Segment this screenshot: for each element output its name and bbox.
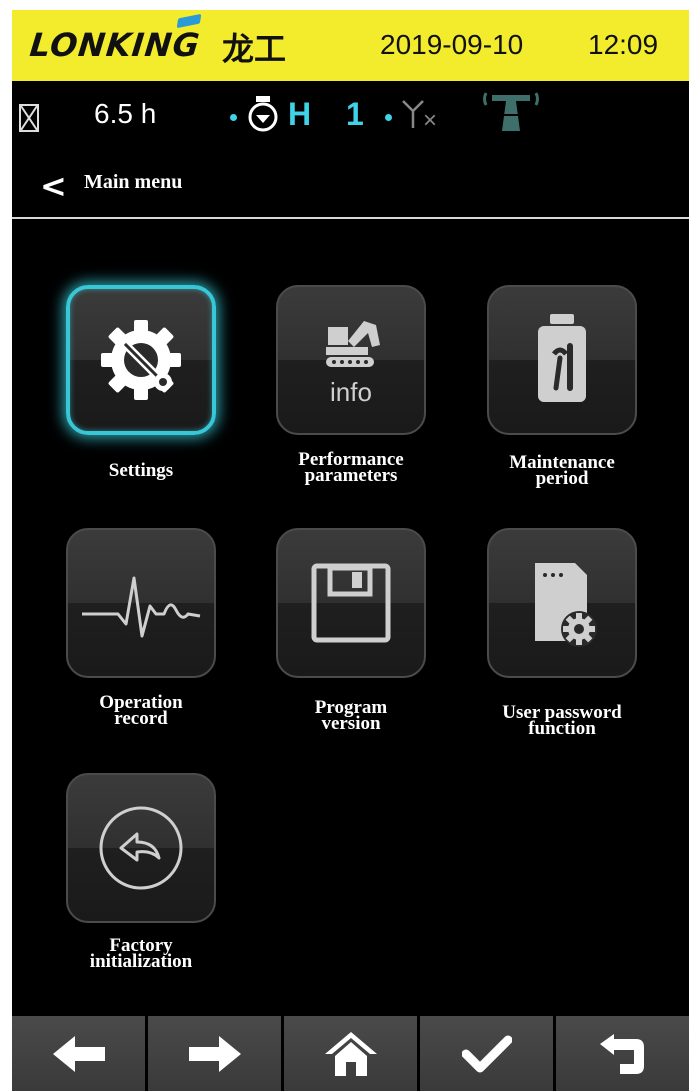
status-dot — [385, 114, 392, 121]
menu-label-program-version: Program version — [314, 697, 388, 734]
floppy-disk-icon — [311, 563, 391, 643]
back-chevron-icon[interactable]: < — [40, 167, 67, 205]
home-icon — [324, 1031, 377, 1076]
power-level: 1 — [346, 96, 364, 132]
breadcrumb: < Main menu — [12, 147, 689, 217]
menu-tile-user-password-function[interactable] — [487, 528, 637, 678]
antenna-no-signal-icon — [402, 100, 424, 128]
no-signal-mark: × — [423, 107, 438, 134]
heartbeat-icon — [82, 576, 201, 638]
nav-home-button[interactable] — [284, 1016, 417, 1091]
arrow-right-icon — [188, 1035, 241, 1072]
menu-label-operation-record: Operation record — [99, 692, 183, 729]
menu-label-performance-parameters: Performance parameters — [298, 449, 404, 486]
machine-display: LONKING 龙工 2019-09-10 12:09 6.5 h H 1 × — [12, 10, 689, 1091]
menu-label-maintenance-period: Maintenance period — [509, 452, 615, 489]
document-gear-icon — [535, 563, 597, 647]
return-icon — [599, 1033, 644, 1074]
excavator-info-icon: info — [326, 321, 380, 407]
header-time: 12:09 — [588, 29, 659, 60]
fluid-can-wrench-icon — [538, 314, 586, 402]
hourglass-icon — [19, 104, 39, 132]
menu-label-user-password-function: User password function — [502, 702, 622, 739]
menu-label-factory-initialization: Factory initialization — [89, 935, 193, 972]
checkmark-icon — [461, 1035, 512, 1072]
status-bar: 6.5 h H 1 × — [12, 81, 689, 147]
operating-hours: 6.5 h — [94, 98, 157, 129]
nav-return-button[interactable] — [556, 1016, 689, 1091]
breadcrumb-label: Main menu — [84, 171, 183, 193]
brand-logo: LONKING 龙工 — [28, 13, 360, 68]
header-date: 2019-09-10 — [380, 29, 524, 60]
gear-wrench-icon — [101, 320, 181, 400]
brand-chinese: 龙工 — [222, 30, 287, 68]
menu-tile-program-version[interactable] — [276, 528, 426, 678]
work-mode: H — [288, 96, 312, 132]
header-bar: LONKING 龙工 2019-09-10 12:09 — [12, 10, 689, 81]
menu-tile-maintenance-period[interactable] — [487, 285, 637, 435]
menu-label-settings: Settings — [108, 460, 174, 481]
bottom-nav — [12, 1016, 689, 1091]
engine-icon — [248, 96, 278, 132]
signal-tower-icon — [483, 92, 539, 131]
menu-tile-settings[interactable] — [66, 285, 216, 435]
menu-tile-factory-initialization[interactable] — [66, 773, 216, 923]
menu-tile-performance-parameters[interactable]: info — [276, 285, 426, 435]
nav-confirm-button[interactable] — [420, 1016, 553, 1091]
status-dot — [230, 114, 237, 121]
nav-back-button[interactable] — [12, 1016, 145, 1091]
svg-text:info: info — [330, 377, 372, 407]
undo-circle-icon — [99, 806, 183, 890]
nav-forward-button[interactable] — [148, 1016, 281, 1091]
divider — [12, 217, 689, 219]
menu-tile-operation-record[interactable] — [66, 528, 216, 678]
arrow-left-icon — [52, 1035, 105, 1072]
brand-latin: LONKING — [28, 26, 202, 64]
